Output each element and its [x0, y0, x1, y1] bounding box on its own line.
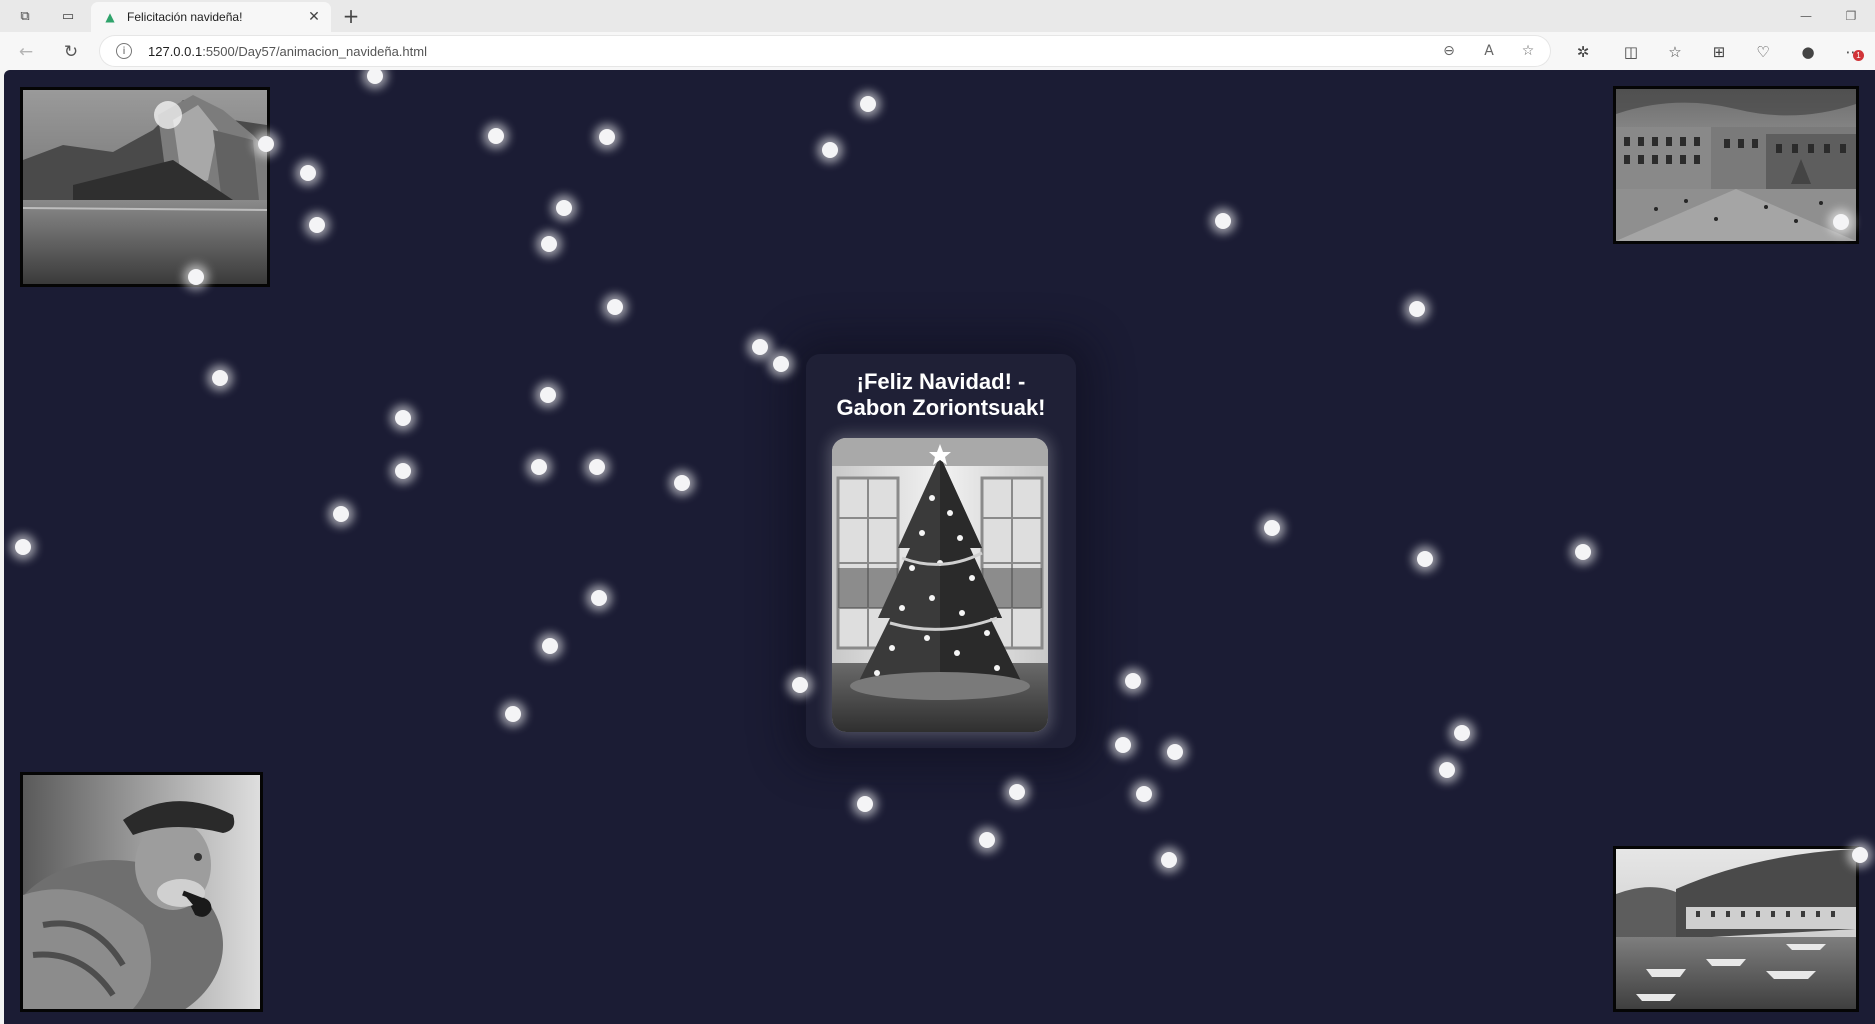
snowflake — [591, 590, 607, 606]
snowflake — [505, 706, 521, 722]
snowflake — [674, 475, 690, 491]
snowflake — [599, 129, 615, 145]
greeting-title-line2: Gabon Zoriontsuak! — [836, 395, 1046, 420]
snowflake — [1161, 852, 1177, 868]
greeting-title-line1: ¡Feliz Navidad! - — [856, 369, 1026, 394]
snowflake — [1115, 737, 1131, 753]
snowflake — [1136, 786, 1152, 802]
workspaces-icon[interactable]: ⧉ — [14, 6, 36, 26]
christmas-greeting-card: ¡Feliz Navidad! - Gabon Zoriontsuak! — [806, 354, 1076, 748]
snowflake — [1167, 744, 1183, 760]
snowflake — [1439, 762, 1455, 778]
old-man-pipe-photo — [20, 772, 263, 1012]
notification-badge: 1 — [1853, 50, 1864, 61]
snowflake — [333, 506, 349, 522]
snowflake — [309, 217, 325, 233]
guggenheim-bilbao-photo — [20, 87, 270, 287]
snowflake — [822, 142, 838, 158]
christmas-tree-photo — [832, 438, 1048, 732]
favorite-star-icon[interactable]: ☆ — [1518, 41, 1538, 61]
snowflake — [488, 128, 504, 144]
snowflake — [1009, 784, 1025, 800]
tree-favicon-icon: ▲ — [105, 10, 115, 24]
navigation-bar: ← ↻ i 127.0.0.1:5500/Day57/animacion_nav… — [0, 32, 1875, 70]
tab-title: Felicitación navideña! — [127, 10, 243, 24]
snowflake — [607, 299, 623, 315]
snowflake — [556, 200, 572, 216]
snowflake — [1417, 551, 1433, 567]
snowflake — [395, 463, 411, 479]
greeting-title: ¡Feliz Navidad! - Gabon Zoriontsuak! — [806, 369, 1076, 421]
browser-tab[interactable]: ▲ Felicitación navideña! ✕ — [91, 2, 331, 32]
snowflake — [752, 339, 768, 355]
favorites-icon[interactable]: ☆ — [1664, 41, 1686, 63]
snowflake — [1215, 213, 1231, 229]
snowflake — [773, 356, 789, 372]
snowflake — [367, 70, 383, 84]
city-square-photo — [1613, 86, 1859, 244]
tab-actions-icon[interactable]: ▭ — [57, 6, 79, 26]
restore-icon[interactable]: ❐ — [1838, 6, 1864, 26]
read-aloud-icon[interactable]: A — [1479, 41, 1499, 61]
snowflake — [212, 370, 228, 386]
snowflake — [860, 96, 876, 112]
close-tab-icon[interactable]: ✕ — [305, 8, 323, 26]
snowflake — [531, 459, 547, 475]
browser-essentials-icon[interactable]: ♡ — [1752, 41, 1774, 63]
snowflake — [1125, 673, 1141, 689]
refresh-icon[interactable]: ↻ — [60, 41, 82, 63]
snowflake — [1575, 544, 1591, 560]
snowflake — [300, 165, 316, 181]
back-arrow-icon[interactable]: ← — [15, 41, 37, 63]
snowflake — [589, 459, 605, 475]
snowflake — [1454, 725, 1470, 741]
address-url[interactable]: 127.0.0.1:5500/Day57/animacion_navideña.… — [148, 44, 427, 59]
snowflake — [857, 796, 873, 812]
snowflake — [542, 638, 558, 654]
collections-icon[interactable]: ⊞ — [1708, 41, 1730, 63]
snowflake — [1409, 301, 1425, 317]
zoom-out-icon[interactable]: ⊖ — [1439, 41, 1459, 61]
extensions-icon[interactable]: ✲ — [1572, 41, 1594, 63]
split-screen-icon[interactable]: ◫ — [1620, 41, 1642, 63]
snowflake — [1264, 520, 1280, 536]
snowflake — [979, 832, 995, 848]
new-tab-button[interactable]: + — [340, 4, 362, 28]
harbor-photo — [1613, 846, 1859, 1012]
tab-bar: ⧉ ▭ ▲ Felicitación navideña! ✕ + — ❐ — [0, 0, 1875, 32]
snowflake — [15, 539, 31, 555]
page-viewport: ¡Feliz Navidad! - Gabon Zoriontsuak! — [4, 70, 1875, 1024]
snowflake — [540, 387, 556, 403]
snowflake — [395, 410, 411, 426]
site-info-icon[interactable]: i — [116, 43, 132, 59]
minimize-icon[interactable]: — — [1793, 6, 1819, 26]
profile-icon[interactable]: ● — [1797, 41, 1819, 63]
snowflake — [541, 236, 557, 252]
address-bar[interactable]: i 127.0.0.1:5500/Day57/animacion_navideñ… — [100, 36, 1550, 66]
